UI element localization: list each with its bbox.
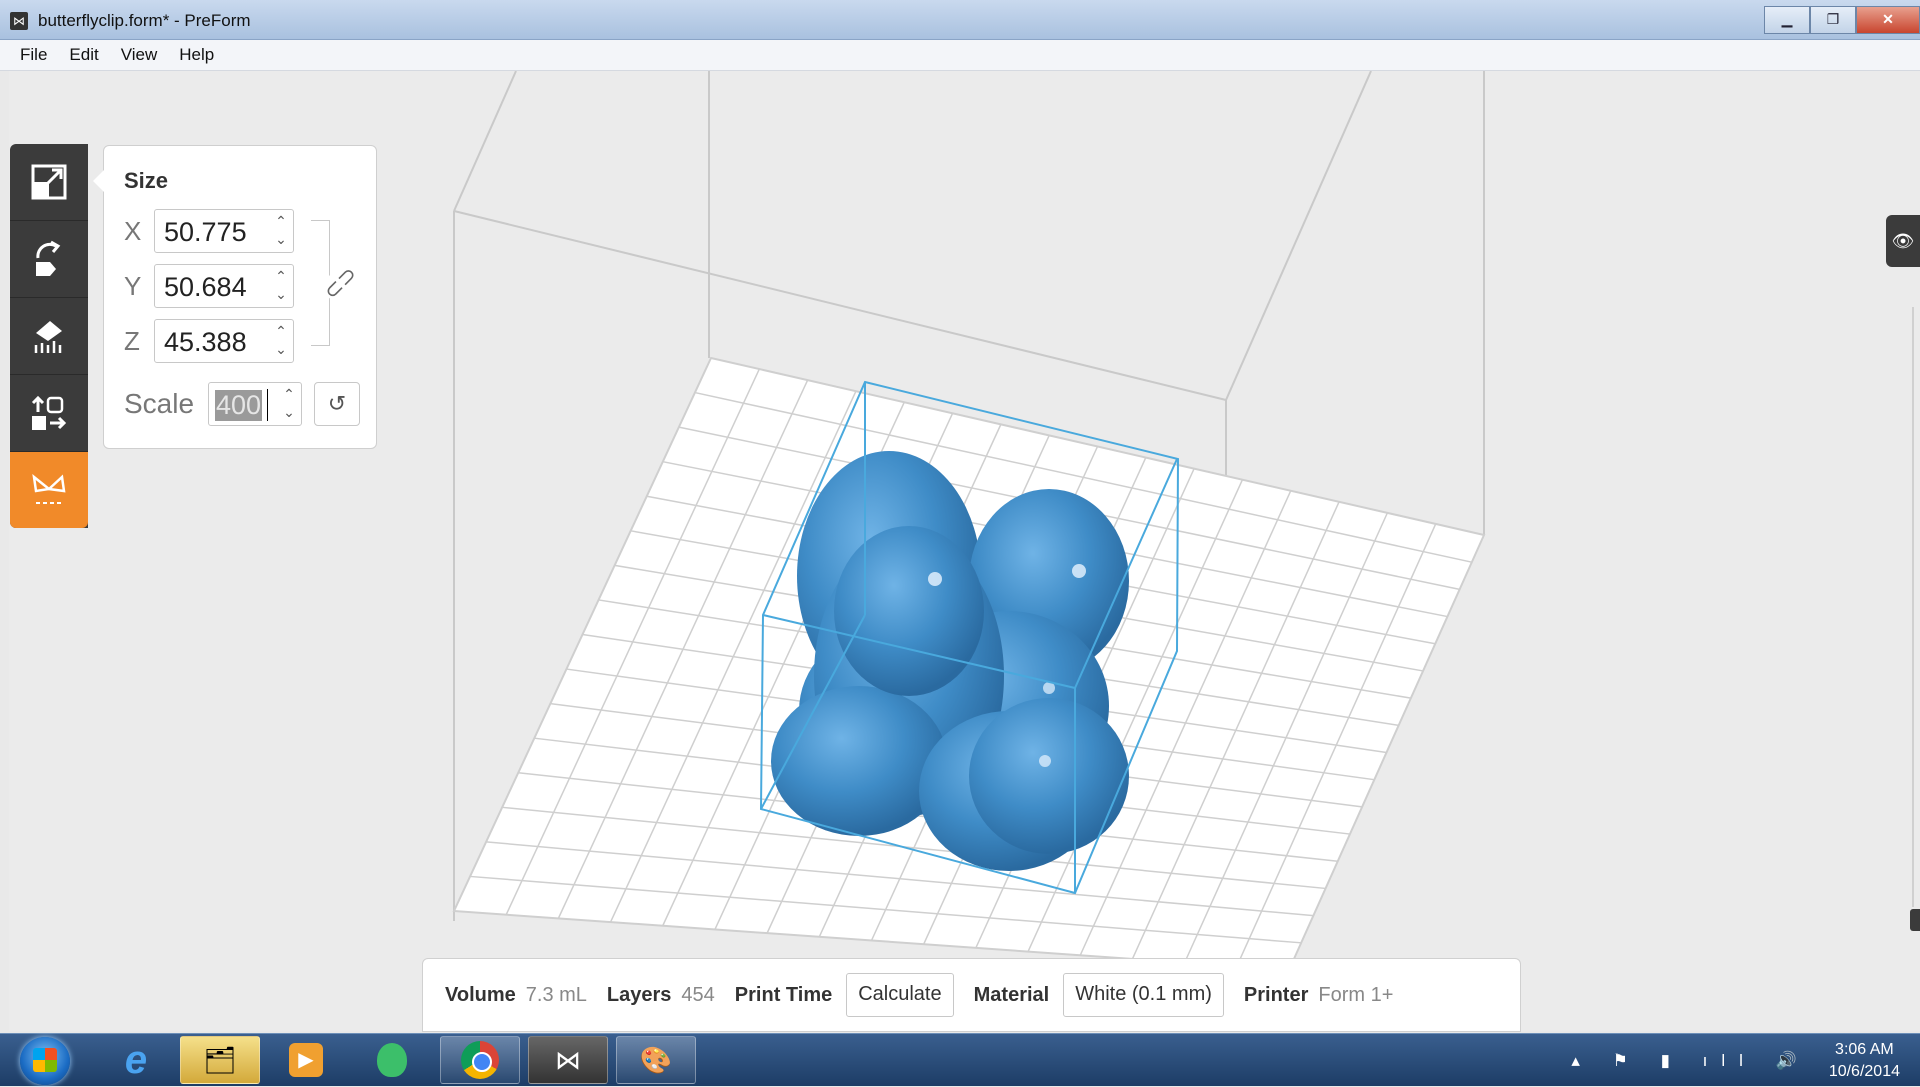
taskbar-internet-explorer[interactable]: e xyxy=(96,1036,176,1084)
printer-value: Form 1+ xyxy=(1318,983,1394,1006)
z-spinner[interactable]: ⌃ ⌄ xyxy=(273,322,289,358)
text-caret xyxy=(267,389,268,421)
windows-taskbar: e 🗂 ▶ ⋈ 🎨 ▴ ⚑ ▮ ıll 🔊 3:06 AM 10/6/2014 xyxy=(0,1033,1920,1086)
scale-field[interactable]: 400 ⌃ ⌄ xyxy=(208,382,302,426)
right-panel-handle[interactable] xyxy=(1910,909,1920,931)
y-size-field[interactable]: 50.684 ⌃ ⌄ xyxy=(154,264,294,308)
size-panel-title: Size xyxy=(124,168,169,193)
y-spinner[interactable]: ⌃ ⌄ xyxy=(273,267,289,303)
start-button[interactable] xyxy=(20,1037,70,1085)
tool-sidebar xyxy=(10,144,88,528)
view-options-button[interactable]: 👁 xyxy=(1886,215,1920,267)
z-label: Z xyxy=(124,325,140,356)
taskbar-chrome[interactable] xyxy=(440,1036,520,1084)
y-size-row: Y 50.684 ⌃ ⌄ xyxy=(124,264,294,308)
butterfly-print-icon xyxy=(32,474,66,504)
volume-label: Volume xyxy=(445,983,516,1006)
y-size-value: 50.684 xyxy=(164,272,247,302)
supports-icon xyxy=(34,321,62,353)
media-player-icon: ▶ xyxy=(289,1043,323,1077)
taskbar-preform[interactable]: ⋈ xyxy=(528,1036,608,1084)
chrome-icon xyxy=(461,1041,499,1079)
size-panel: Size X 50.775 ⌃ ⌄ Y 50.684 ⌃ ⌄ Z 45.388 ⌃ ⌄… xyxy=(93,145,377,449)
clock-date: 10/6/2014 xyxy=(1828,1062,1900,1080)
y-label: Y xyxy=(124,270,142,301)
window-title-bar: ⋈ butterflyclip.form* - PreForm ▁ ❐ ✕ xyxy=(0,0,1920,40)
layers-value: 454 xyxy=(681,983,715,1006)
scale-spinner[interactable]: ⌃ ⌄ xyxy=(281,385,297,421)
taskbar-windows-explorer[interactable]: 🗂 xyxy=(180,1036,260,1084)
taskbar-app[interactable] xyxy=(352,1036,432,1084)
tray-icons[interactable]: ▴ ⚑ ▮ ıll 🔊 xyxy=(1571,1051,1810,1071)
minimize-button[interactable]: ▁ xyxy=(1764,6,1810,34)
window-controls: ▁ ❐ ✕ xyxy=(1764,6,1920,34)
internet-explorer-icon: e xyxy=(124,1037,148,1082)
x-label: X xyxy=(124,215,142,246)
folder-icon: 🗂 xyxy=(203,1044,237,1075)
taskbar-media-player[interactable]: ▶ xyxy=(266,1036,346,1084)
maximize-button[interactable]: ❐ xyxy=(1810,6,1856,34)
scale-label: Scale xyxy=(124,388,195,419)
x-size-row: X 50.775 ⌃ ⌄ xyxy=(124,209,294,253)
x-spinner[interactable]: ⌃ ⌄ xyxy=(273,212,289,248)
x-size-value: 50.775 xyxy=(164,217,247,247)
z-size-row: Z 45.388 ⌃ ⌄ xyxy=(124,319,294,363)
window-title: butterflyclip.form* - PreForm xyxy=(38,11,251,30)
taskbar-paint[interactable]: 🎨 xyxy=(616,1036,696,1084)
windows-logo-icon xyxy=(33,1048,57,1072)
calculate-button[interactable]: Calculate xyxy=(846,973,954,1017)
right-panel-edge xyxy=(1912,307,1920,907)
z-size-field[interactable]: 45.388 ⌃ ⌄ xyxy=(154,319,294,363)
clock-time: 3:06 AM xyxy=(1835,1040,1894,1058)
supports-tool-button[interactable] xyxy=(10,298,88,375)
reset-scale-button[interactable]: ↺ xyxy=(314,382,360,426)
rotate-tool-button[interactable] xyxy=(10,221,88,298)
print-time-label: Print Time xyxy=(734,983,833,1006)
scale-value: 400 xyxy=(215,390,263,421)
menu-help[interactable]: Help xyxy=(168,45,225,65)
menu-bar: File Edit View Help xyxy=(0,40,1920,71)
paint-icon: 🎨 xyxy=(639,1044,673,1075)
scale-row: Scale 400 ⌃ ⌄ ↺ xyxy=(124,382,360,426)
layers-label: Layers xyxy=(606,983,672,1006)
material-select[interactable]: White (0.1 mm) xyxy=(1063,973,1224,1017)
close-button[interactable]: ✕ xyxy=(1856,6,1920,34)
system-tray: ▴ ⚑ ▮ ıll 🔊 3:06 AM 10/6/2014 xyxy=(1571,1034,1900,1087)
layout-icon xyxy=(31,395,67,430)
menu-view[interactable]: View xyxy=(110,45,169,65)
clock[interactable]: 3:06 AM 10/6/2014 xyxy=(1829,1039,1900,1083)
scale-icon xyxy=(31,164,67,200)
rotate-icon xyxy=(36,240,61,276)
app-icon xyxy=(377,1043,407,1077)
material-label: Material xyxy=(973,983,1050,1006)
butterfly-icon: ⋈ xyxy=(555,1044,581,1075)
layout-tool-button[interactable] xyxy=(10,375,88,452)
print-info-bar: Volume 7.3 mL Layers 454 Print Time Calc… xyxy=(422,958,1521,1032)
reset-icon: ↺ xyxy=(327,391,347,416)
volume-value: 7.3 mL xyxy=(525,983,587,1006)
print-tool-button[interactable] xyxy=(10,452,88,528)
butterfly-icon: ⋈ xyxy=(10,12,28,30)
x-size-field[interactable]: 50.775 ⌃ ⌄ xyxy=(154,209,294,253)
z-size-value: 45.388 xyxy=(164,327,247,357)
scale-tool-button[interactable] xyxy=(10,144,88,221)
menu-edit[interactable]: Edit xyxy=(58,45,109,65)
menu-file[interactable]: File xyxy=(0,45,58,65)
printer-label: Printer xyxy=(1243,983,1309,1006)
